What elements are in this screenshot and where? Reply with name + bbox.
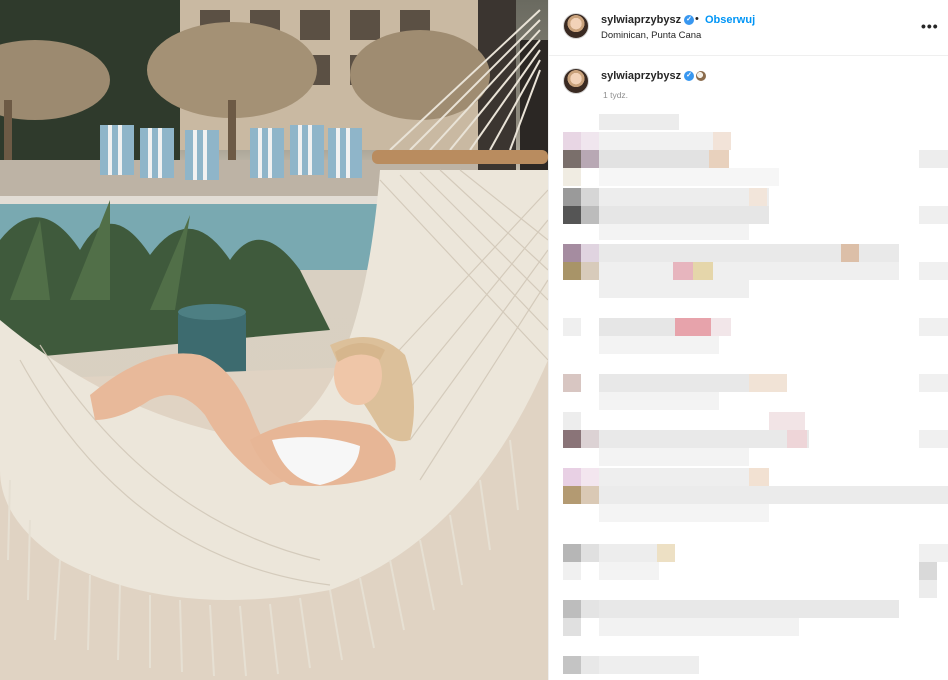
post-header: sylwiaprzybysz ✓ • Obserwuj Dominican, Pu… — [549, 0, 948, 56]
avatar[interactable] — [563, 13, 589, 39]
header-username[interactable]: sylwiaprzybysz ✓ — [601, 14, 695, 26]
caption-username-text[interactable]: sylwiaprzybysz — [601, 70, 681, 82]
header-username-text[interactable]: sylwiaprzybysz — [601, 14, 681, 26]
follow-button[interactable]: Obserwuj — [705, 14, 755, 26]
verified-badge-icon: ✓ — [684, 71, 695, 82]
coconut-icon — [696, 71, 707, 82]
instagram-post: sylwiaprzybysz ✓ • Obserwuj Dominican, Pu… — [0, 0, 948, 680]
separator-dot: • — [695, 13, 699, 25]
caption-username[interactable]: sylwiaprzybysz ✓ — [601, 70, 707, 82]
post-side-panel: sylwiaprzybysz ✓ • Obserwuj Dominican, Pu… — [548, 0, 948, 680]
post-time: 1 tydz. — [603, 90, 629, 100]
verified-badge-icon: ✓ — [684, 15, 695, 26]
caption-avatar[interactable] — [563, 68, 589, 94]
post-photo[interactable] — [0, 0, 548, 680]
pixelated-comments-graphic — [563, 114, 948, 674]
more-options-icon[interactable]: ••• — [921, 18, 939, 34]
hammock-beach-photo — [0, 0, 548, 680]
location-link[interactable]: Dominican, Punta Cana — [601, 30, 701, 41]
